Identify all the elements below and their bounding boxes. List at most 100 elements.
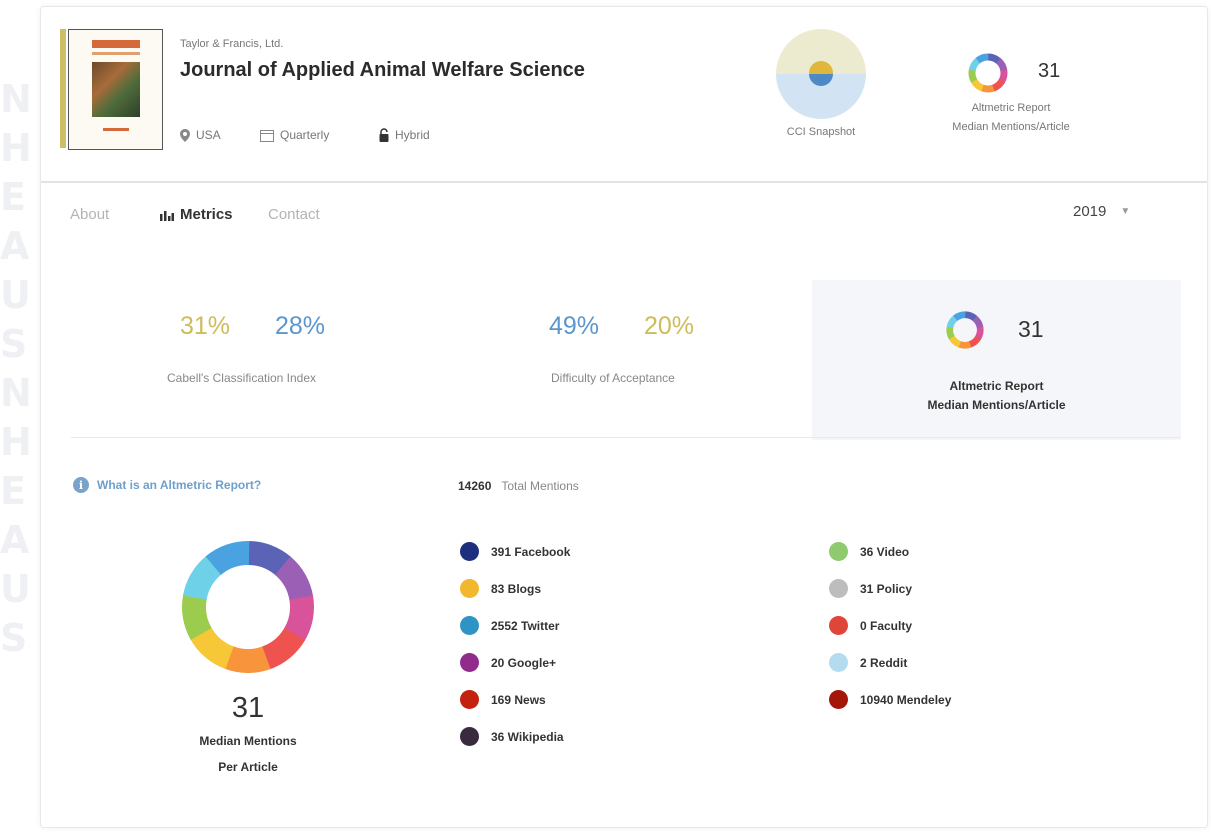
altmetric-ring-segment — [970, 78, 985, 92]
year-dropdown[interactable]: 2019 ▼ — [1073, 203, 1130, 220]
access-label: Hybrid — [395, 128, 430, 142]
tab-about[interactable]: About — [70, 206, 109, 223]
difficulty-label: Difficulty of Acceptance — [551, 371, 675, 385]
cci-snapshot-label: CCI Snapshot — [786, 126, 856, 138]
altmetric-ring-segment — [958, 341, 972, 349]
altmetric-ring-segment — [953, 311, 966, 322]
frequency-label: Quarterly — [280, 128, 330, 142]
cci-snapshot-chart[interactable] — [776, 29, 866, 119]
altmetric-ring-segment — [968, 335, 982, 348]
altmetric-ring-segment — [975, 326, 984, 340]
country-meta: USA — [180, 128, 221, 142]
legend-item: 36 Wikipedia — [460, 727, 564, 746]
legend-label: 36 Wikipedia — [491, 729, 564, 744]
background-watermark-letters: NHEAUSNHEAUS — [0, 77, 36, 660]
header-altmetric-sublabel: Median Mentions/Article — [952, 121, 1070, 133]
legend-color-dot — [460, 727, 479, 746]
section-divider — [71, 437, 1181, 438]
altmetric-ring-segment — [261, 627, 306, 670]
publisher-name: Taylor & Francis, Ltd. — [180, 38, 284, 50]
legend-item: 83 Blogs — [460, 579, 541, 598]
altmetric-ring-segment — [972, 315, 984, 329]
header-altmetric-label: Altmetric Report — [971, 102, 1051, 114]
legend-color-dot — [460, 579, 479, 598]
legend-label: 0 Faculty — [860, 618, 913, 633]
access-meta: Hybrid — [379, 128, 430, 142]
altmetric-ring-segment — [968, 69, 978, 83]
legend-color-dot — [829, 542, 848, 561]
altmetric-ring-segment — [224, 645, 271, 673]
legend-color-dot — [829, 690, 848, 709]
altmetric-ring-segment — [183, 555, 223, 601]
median-mentions-label: Median Mentions — [199, 734, 297, 748]
total-mentions-value: 14260 — [458, 479, 492, 493]
legend-item: 2 Reddit — [829, 653, 907, 672]
total-mentions: 14260 Total Mentions — [458, 479, 579, 493]
cci-value-2: 28% — [275, 312, 326, 340]
altmetric-ring-segment — [995, 58, 1008, 72]
legend-color-dot — [829, 579, 848, 598]
country-label: USA — [196, 128, 221, 142]
journal-title: Journal of Applied Animal Welfare Scienc… — [180, 59, 585, 81]
median-mentions-sublabel: Per Article — [218, 760, 278, 774]
calendar-icon — [260, 129, 274, 142]
legend-label: 2552 Twitter — [491, 618, 560, 633]
lock-icon — [379, 128, 389, 142]
altmetric-ring-segment — [190, 626, 235, 670]
tab-contact[interactable]: Contact — [268, 206, 320, 223]
altmetric-ring-segment — [968, 57, 981, 72]
altmetric-summary-sublabel: Median Mentions/Article — [927, 398, 1066, 412]
legend-item: 169 News — [460, 690, 546, 709]
cci-value-1: 31% — [180, 312, 231, 340]
chart-bars-icon — [160, 210, 174, 221]
altmetric-ring-segment — [283, 595, 314, 642]
legend-item: 31 Policy — [829, 579, 912, 598]
legend-label: 20 Google+ — [491, 655, 557, 670]
altmetric-donut-icon[interactable] — [966, 51, 1010, 95]
altmetric-ring-segment — [964, 311, 978, 322]
legend-label: 31 Policy — [860, 581, 913, 596]
legend-item: 20 Google+ — [460, 653, 556, 672]
legend-item: 36 Video — [829, 542, 909, 561]
legend-color-dot — [460, 653, 479, 672]
header-altmetric-value: 31 — [1038, 60, 1061, 82]
altmetric-summary-value: 31 — [1018, 316, 1044, 342]
legend-label: 10940 Mendeley — [860, 692, 952, 707]
altmetric-ring-segment — [991, 78, 1005, 92]
legend-color-dot — [460, 542, 479, 561]
what-is-altmetric-link[interactable]: i What is an Altmetric Report? — [73, 477, 261, 493]
chevron-down-icon: ▼ — [1120, 206, 1131, 217]
journal-cover-image[interactable] — [68, 29, 163, 150]
tab-metrics[interactable]: Metrics — [160, 206, 233, 223]
altmetric-ring-segment — [998, 69, 1008, 84]
info-icon: i — [73, 477, 89, 493]
legend-item: 10940 Mendeley — [829, 690, 951, 709]
altmetric-ring-segment — [182, 594, 212, 640]
cover-accent-bar — [60, 29, 66, 148]
frequency-meta: Quarterly — [260, 128, 329, 142]
tab-metrics-label: Metrics — [180, 206, 233, 223]
legend-color-dot — [460, 690, 479, 709]
altmetric-ring-segment — [274, 556, 314, 602]
legend-label: 169 News — [491, 692, 546, 707]
altmetric-ring-segment — [948, 335, 962, 348]
median-mentions-value: 31 — [231, 692, 265, 724]
year-value: 2019 — [1073, 203, 1107, 220]
altmetric-ring-segment — [987, 53, 1001, 64]
legend-item: 391 Facebook — [460, 542, 570, 561]
location-pin-icon — [180, 128, 190, 142]
altmetric-ring-segment — [975, 53, 989, 64]
legend-color-dot — [829, 616, 848, 635]
altmetric-donut-chart — [182, 541, 314, 673]
altmetric-ring-segment — [946, 315, 958, 329]
difficulty-value-2: 20% — [644, 312, 695, 340]
altmetric-ring-segment — [946, 326, 955, 340]
total-mentions-label: Total Mentions — [501, 479, 579, 493]
legend-color-dot — [829, 653, 848, 672]
legend-label: 2 Reddit — [860, 655, 908, 670]
altmetric-summary-label: Altmetric Report — [949, 379, 1044, 393]
altmetric-donut-icon — [946, 311, 984, 349]
legend-label: 83 Blogs — [491, 581, 542, 596]
altmetric-ring-segment — [205, 541, 250, 576]
altmetric-summary-box: 31 Altmetric Report Median Mentions/Arti… — [812, 280, 1181, 440]
